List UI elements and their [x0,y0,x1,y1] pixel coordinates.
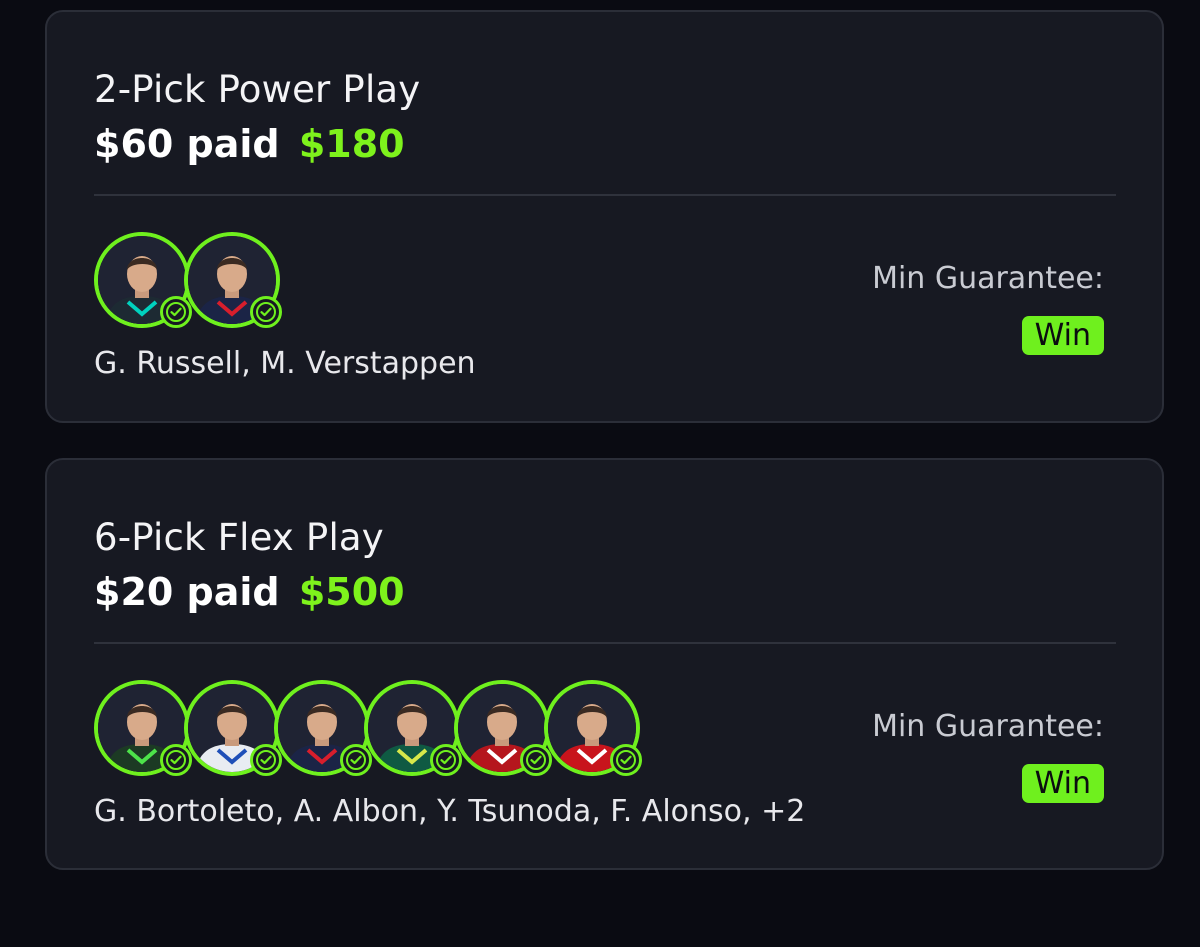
entry-amounts: $20 paid $500 [94,570,405,614]
player-names: G. Bortoleto, A. Albon, Y. Tsunoda, F. A… [94,794,806,829]
payout-amount: $500 [298,570,405,614]
entry-title: 2-Pick Power Play [94,68,421,111]
player-names: G. Russell, M. Verstappen [94,346,476,381]
paid-amount: $60 paid [94,122,280,166]
checkmark-icon [160,744,192,776]
entry-card[interactable]: 2-Pick Power Play $60 paid $180 G. Russe… [45,10,1164,423]
divider [94,642,1116,644]
checkmark-icon [250,296,282,328]
divider [94,194,1116,196]
win-badge: Win [1021,316,1104,355]
checkmark-icon [430,744,462,776]
win-badge: Win [1021,764,1104,803]
entry-title: 6-Pick Flex Play [94,516,384,559]
entry-card[interactable]: 6-Pick Flex Play $20 paid $500 G. Bortol… [45,458,1164,870]
paid-amount: $20 paid [94,570,280,614]
min-guarantee-label: Min Guarantee: [872,261,1104,296]
checkmark-icon [520,744,552,776]
entry-amounts: $60 paid $180 [94,122,405,166]
checkmark-icon [610,744,642,776]
checkmark-icon [250,744,282,776]
payout-amount: $180 [298,122,405,166]
checkmark-icon [340,744,372,776]
checkmark-icon [160,296,192,328]
min-guarantee-label: Min Guarantee: [872,709,1104,744]
